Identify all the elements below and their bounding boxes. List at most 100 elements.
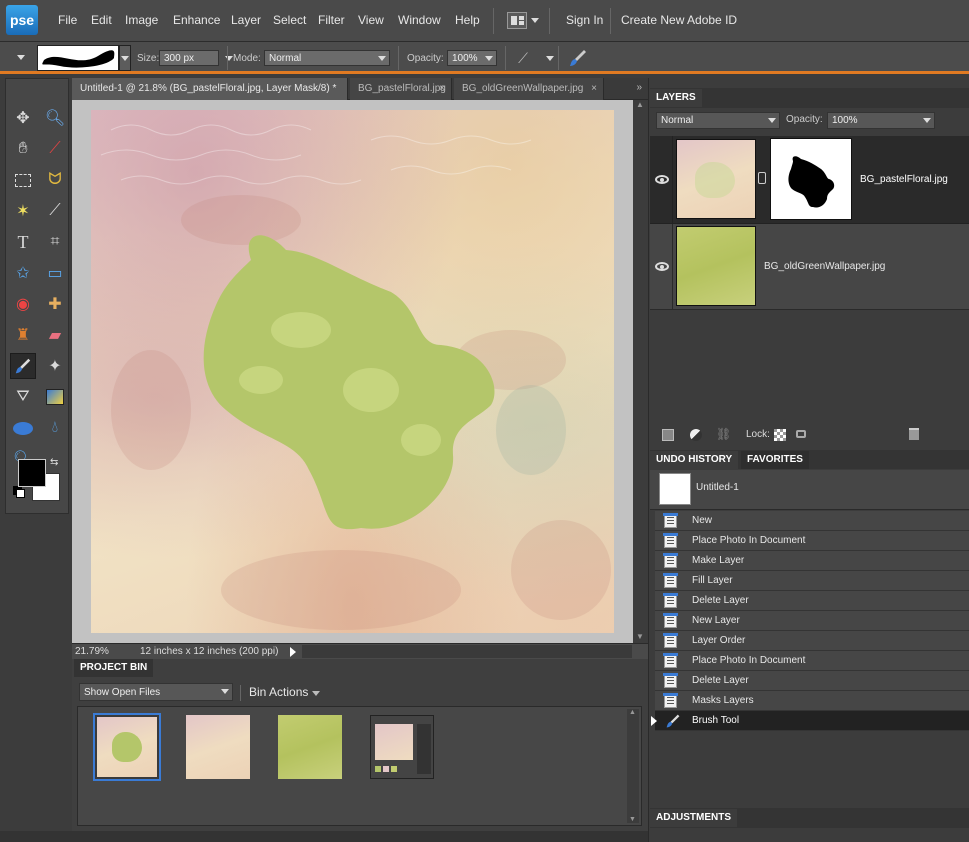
swap-colors-icon[interactable]: ⇆ — [50, 457, 58, 468]
history-step[interactable]: Masks Layers — [655, 691, 969, 711]
brush-preview[interactable] — [37, 45, 119, 71]
create-adobe-id-link[interactable]: Create New Adobe ID — [621, 13, 737, 27]
layer-mask-thumbnail[interactable] — [770, 138, 852, 220]
move-tool-icon[interactable]: ✥ — [10, 105, 36, 131]
brush-picker-dropdown[interactable] — [119, 45, 131, 71]
tool-preset-chevron-down-icon[interactable] — [17, 55, 25, 60]
menu-file[interactable]: File — [58, 13, 77, 27]
eye-icon[interactable] — [655, 175, 669, 184]
close-icon[interactable]: × — [439, 78, 445, 99]
blur-tool-icon[interactable]: 💧︎ — [42, 415, 68, 441]
menu-layer[interactable]: Layer — [231, 13, 261, 27]
tab-bg-pastelfloral[interactable]: BG_pastelFloral.jpg × — [350, 78, 452, 100]
red-eye-tool-icon[interactable]: ◉ — [10, 291, 36, 317]
crop-tool-icon[interactable]: ⌗ — [42, 229, 68, 255]
scroll-up-icon[interactable]: ▲ — [636, 100, 644, 109]
shape-tool-icon[interactable] — [10, 415, 36, 441]
tablet-brush-icon[interactable] — [568, 48, 588, 68]
foreground-color-swatch[interactable] — [18, 459, 46, 487]
bin-thumbnail-greenwallpaper[interactable] — [278, 715, 342, 779]
bin-actions-chevron-down-icon[interactable] — [312, 691, 320, 696]
layer-row-greenwallpaper[interactable]: BG_oldGreenWallpaper.jpg — [650, 224, 969, 310]
blend-mode-select[interactable]: Normal — [656, 112, 780, 129]
eraser-tool-icon[interactable]: ▰ — [42, 322, 68, 348]
quick-selection-tool-icon[interactable]: ⟋ — [42, 198, 68, 224]
bin-actions-menu[interactable]: Bin Actions — [249, 685, 308, 699]
menu-view[interactable]: View — [358, 13, 384, 27]
history-snapshot[interactable]: Untitled-1 — [650, 470, 969, 510]
history-step[interactable]: Place Photo In Document — [655, 531, 969, 551]
marquee-tool-icon[interactable] — [10, 167, 36, 193]
gradient-tool-icon[interactable] — [42, 384, 68, 410]
layer-row-pastelfloral[interactable]: BG_pastelFloral.jpg — [650, 136, 969, 224]
menu-edit[interactable]: Edit — [91, 13, 112, 27]
menu-image[interactable]: Image — [125, 13, 158, 27]
lock-all-icon[interactable] — [796, 430, 806, 438]
history-step[interactable]: Place Photo In Document — [655, 651, 969, 671]
bin-thumbnail-screenshot[interactable] — [370, 715, 434, 779]
adjustments-title[interactable]: ADJUSTMENTS — [650, 809, 738, 827]
hand-tool-icon[interactable]: ✋︎ — [10, 136, 36, 162]
zoom-tool-icon[interactable]: 🔍︎ — [42, 105, 68, 131]
smart-brush-tool-icon[interactable]: ✦ — [42, 353, 68, 379]
menu-window[interactable]: Window — [398, 13, 441, 27]
lasso-tool-icon[interactable]: ᗢ — [42, 167, 68, 193]
airbrush-icon[interactable]: ⟋ — [514, 49, 532, 67]
type-tool-icon[interactable]: T — [10, 229, 36, 255]
workspace-chevron-down-icon[interactable] — [531, 18, 539, 23]
adjustment-layer-icon[interactable] — [690, 429, 702, 441]
history-step[interactable]: Make Layer — [655, 551, 969, 571]
history-step-current[interactable]: Brush Tool — [651, 711, 969, 731]
bin-filter-select[interactable]: Show Open Files — [79, 683, 233, 701]
history-step[interactable]: Delete Layer — [655, 591, 969, 611]
history-step[interactable]: Fill Layer — [655, 571, 969, 591]
document-image[interactable] — [91, 110, 614, 633]
link-layers-icon[interactable]: ⛓︎ — [716, 427, 731, 441]
menu-enhance[interactable]: Enhance — [173, 13, 220, 27]
tabs-overflow-icon[interactable]: » — [636, 82, 642, 93]
bin-thumbnail-untitled[interactable] — [93, 713, 161, 781]
menu-select[interactable]: Select — [273, 13, 306, 27]
menu-filter[interactable]: Filter — [318, 13, 345, 27]
trash-icon[interactable] — [909, 428, 919, 440]
opacity-input[interactable]: 100% — [447, 50, 497, 66]
brush-tool-icon[interactable] — [10, 353, 36, 379]
bin-scrollbar[interactable]: ▲ ▼ — [627, 709, 639, 823]
clone-stamp-tool-icon[interactable]: ♜ — [10, 322, 36, 348]
project-bin-title[interactable]: PROJECT BIN — [74, 659, 154, 677]
menu-help[interactable]: Help — [455, 13, 480, 27]
healing-brush-tool-icon[interactable]: ✚ — [42, 291, 68, 317]
eyedropper-tool-icon[interactable]: ⟋ — [42, 136, 68, 162]
app-logo[interactable]: pse — [6, 5, 38, 35]
default-colors-icon[interactable] — [16, 489, 25, 498]
favorites-tab[interactable]: FAVORITES — [741, 451, 809, 469]
sign-in-link[interactable]: Sign In — [566, 13, 603, 27]
paint-bucket-tool-icon[interactable]: ⛛ — [10, 384, 36, 410]
magic-wand-tool-icon[interactable]: ✶ — [10, 198, 36, 224]
history-step[interactable]: Delete Layer — [655, 671, 969, 691]
close-icon[interactable]: × — [591, 78, 597, 99]
scroll-down-icon[interactable]: ▼ — [636, 632, 644, 641]
new-layer-icon[interactable] — [662, 429, 674, 441]
size-input[interactable]: 300 px — [159, 50, 219, 66]
lock-transparency-icon[interactable] — [774, 429, 786, 441]
tab-untitled-1[interactable]: Untitled-1 @ 21.8% (BG_pastelFloral.jpg,… — [72, 78, 348, 100]
tab-bg-oldgreenwallpaper[interactable]: BG_oldGreenWallpaper.jpg × — [454, 78, 604, 100]
status-menu-arrow-icon[interactable] — [290, 647, 296, 657]
undo-history-title[interactable]: UNDO HISTORY — [650, 451, 739, 469]
mask-link-icon[interactable] — [758, 172, 766, 184]
eye-icon[interactable] — [655, 262, 669, 271]
horizontal-scrollbar[interactable] — [302, 645, 632, 658]
history-step[interactable]: New Layer — [655, 611, 969, 631]
zoom-level[interactable]: 21.79% — [75, 646, 109, 657]
vertical-scrollbar[interactable]: ▲ ▼ — [633, 100, 648, 643]
scroll-down-icon[interactable]: ▼ — [629, 816, 636, 823]
layer-opacity-input[interactable]: 100% — [827, 112, 935, 129]
history-step[interactable]: New — [655, 511, 969, 531]
layers-panel-title[interactable]: LAYERS — [650, 89, 702, 107]
straighten-tool-icon[interactable]: ▭ — [42, 260, 68, 286]
cookie-cutter-tool-icon[interactable]: ✩ — [10, 260, 36, 286]
mode-select[interactable]: Normal — [264, 50, 390, 66]
airbrush-chevron-down-icon[interactable] — [546, 56, 554, 61]
scroll-up-icon[interactable]: ▲ — [629, 709, 636, 716]
